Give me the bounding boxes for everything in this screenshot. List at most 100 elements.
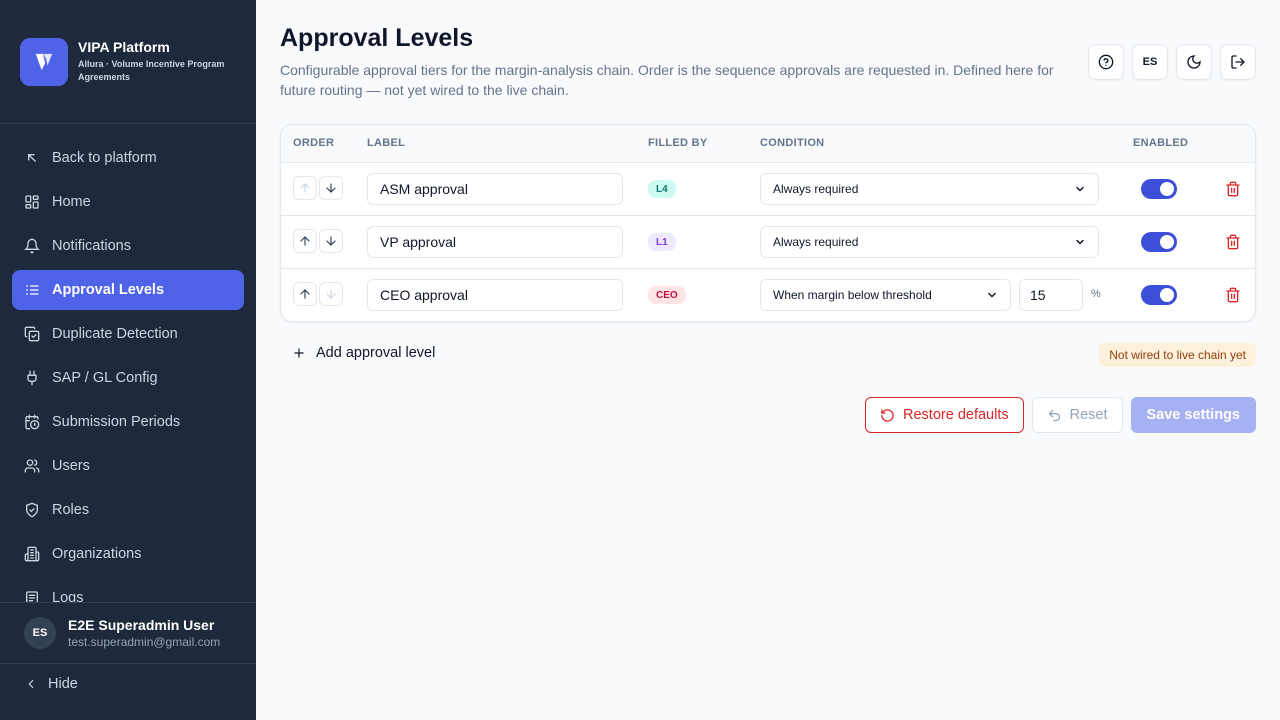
filled-by-badge: L4	[648, 180, 676, 198]
condition-select[interactable]: Always required	[760, 226, 1099, 258]
avatar: ES	[24, 617, 56, 649]
table-row: CEO When margin below threshold %	[281, 269, 1255, 321]
top-actions: ES	[1088, 44, 1256, 80]
user-name: E2E Superadmin User	[68, 617, 215, 633]
footer-actions: Restore defaults Reset Save settings	[865, 397, 1256, 433]
add-approval-level-label: Add approval level	[316, 345, 436, 361]
sidebar-item-label: Notifications	[52, 238, 131, 254]
level-label-input[interactable]	[367, 279, 623, 311]
brand-header: VIPA Platform Allura · Volume Incentive …	[0, 0, 256, 124]
trash-icon[interactable]	[1225, 181, 1241, 197]
filled-by-badge: CEO	[648, 286, 686, 304]
threshold-unit: %	[1091, 288, 1101, 300]
plug-icon	[27, 370, 37, 386]
brand-subtitle: Allura · Volume Incentive Program Agreem…	[78, 59, 225, 82]
sidebar-item-label: SAP / GL Config	[52, 370, 158, 386]
enabled-toggle[interactable]	[1141, 285, 1177, 305]
condition-value: Always required	[773, 235, 859, 249]
sidebar-nav: Back to platform Home Notifications Appr…	[12, 138, 244, 602]
bell-icon	[24, 238, 40, 254]
move-up-button[interactable]	[293, 176, 317, 200]
sidebar-item-duplicate-detection[interactable]: Duplicate Detection	[12, 314, 244, 354]
save-settings-button[interactable]: Save settings	[1130, 397, 1256, 433]
moon-icon	[1187, 55, 1201, 69]
brand-logo-icon	[20, 37, 68, 86]
condition-value: Always required	[773, 182, 859, 196]
chevron-left-icon	[28, 679, 34, 689]
table-header: ORDER LABEL FILLED BY CONDITION ENABLED	[281, 125, 1255, 163]
sidebar-item-approval-levels[interactable]: Approval Levels	[12, 270, 244, 310]
restore-defaults-button[interactable]: Restore defaults	[865, 397, 1024, 433]
arrow-up-icon	[300, 183, 310, 193]
move-up-button[interactable]	[293, 282, 317, 306]
add-approval-level-button[interactable]: Add approval level	[292, 345, 435, 361]
filled-by-badge: L1	[648, 233, 676, 251]
page-description: Configurable approval tiers for the marg…	[280, 62, 1054, 98]
user-email: test.superadmin@gmail.com	[68, 635, 221, 649]
plus-icon	[294, 348, 304, 358]
arrow-down-icon	[326, 236, 336, 246]
help-circle-icon	[1098, 54, 1114, 70]
sidebar-item-logs[interactable]: Logs	[12, 578, 244, 602]
logout-button[interactable]	[1220, 44, 1256, 80]
column-header-filled-by: FILLED BY	[648, 137, 708, 149]
threshold-input[interactable]	[1019, 279, 1083, 311]
user-profile[interactable]: ES E2E Superadmin User test.superadmin@g…	[0, 602, 256, 664]
table-row: L4 Always required	[281, 163, 1255, 216]
column-header-enabled: ENABLED	[1133, 137, 1189, 149]
chevron-down-icon	[1076, 186, 1084, 192]
undo-icon	[1048, 409, 1060, 421]
sidebar-item-organizations[interactable]: Organizations	[12, 534, 244, 574]
sidebar-item-home[interactable]: Home	[12, 182, 244, 222]
sidebar: VIPA Platform Allura · Volume Incentive …	[0, 0, 256, 720]
enabled-toggle[interactable]	[1141, 232, 1177, 252]
sidebar-item-label: Duplicate Detection	[52, 326, 178, 342]
sidebar-item-submission-periods[interactable]: Submission Periods	[12, 402, 244, 442]
arrow-up-icon	[300, 236, 310, 246]
logout-icon	[1231, 55, 1245, 69]
condition-select[interactable]: When margin below threshold	[760, 279, 1011, 311]
level-label-input[interactable]	[367, 226, 623, 258]
page-title: Approval Levels	[280, 24, 474, 52]
move-down-button[interactable]	[319, 176, 343, 200]
list-icon	[26, 285, 39, 295]
sidebar-item-notifications[interactable]: Notifications	[12, 226, 244, 266]
hide-sidebar-button[interactable]: Hide	[24, 676, 78, 692]
arrow-up-icon	[300, 289, 310, 299]
copy-check-icon	[24, 326, 40, 342]
approval-levels-table: ORDER LABEL FILLED BY CONDITION ENABLED …	[280, 124, 1256, 322]
condition-value: When margin below threshold	[773, 288, 932, 302]
users-icon	[24, 459, 40, 473]
sidebar-item-sap-gl-config[interactable]: SAP / GL Config	[12, 358, 244, 398]
restore-defaults-label: Restore defaults	[903, 407, 1009, 423]
trash-icon[interactable]	[1225, 287, 1241, 303]
reset-button[interactable]: Reset	[1031, 397, 1123, 433]
help-button[interactable]	[1088, 44, 1124, 80]
move-down-button[interactable]	[319, 282, 343, 306]
sidebar-item-users[interactable]: Users	[12, 446, 244, 486]
condition-select[interactable]: Always required	[760, 173, 1099, 205]
move-down-button[interactable]	[319, 229, 343, 253]
reset-label: Reset	[1069, 407, 1108, 423]
enabled-toggle[interactable]	[1141, 179, 1177, 199]
sidebar-item-label: Approval Levels	[52, 282, 165, 298]
main-content: Approval Levels Configurable approval ti…	[256, 0, 1280, 720]
trash-icon[interactable]	[1225, 234, 1241, 250]
back-arrow-icon	[27, 154, 36, 162]
sidebar-item-back-to-platform[interactable]: Back to platform	[12, 138, 244, 178]
language-button[interactable]: ES	[1132, 44, 1168, 80]
rotate-ccw-icon	[881, 408, 894, 422]
theme-toggle-button[interactable]	[1176, 44, 1212, 80]
building-icon	[24, 546, 40, 562]
sidebar-item-label: Users	[52, 458, 90, 474]
brand-title: VIPA Platform	[78, 39, 170, 55]
move-up-button[interactable]	[293, 229, 317, 253]
column-header-order: ORDER	[293, 137, 335, 149]
chevron-down-icon	[1076, 239, 1084, 245]
level-label-input[interactable]	[367, 173, 623, 205]
sidebar-item-label: Back to platform	[52, 150, 157, 166]
sidebar-item-label: Home	[52, 194, 91, 210]
sidebar-item-roles[interactable]: Roles	[12, 490, 244, 530]
sidebar-item-label: Roles	[52, 502, 90, 518]
arrow-down-icon	[326, 289, 336, 299]
